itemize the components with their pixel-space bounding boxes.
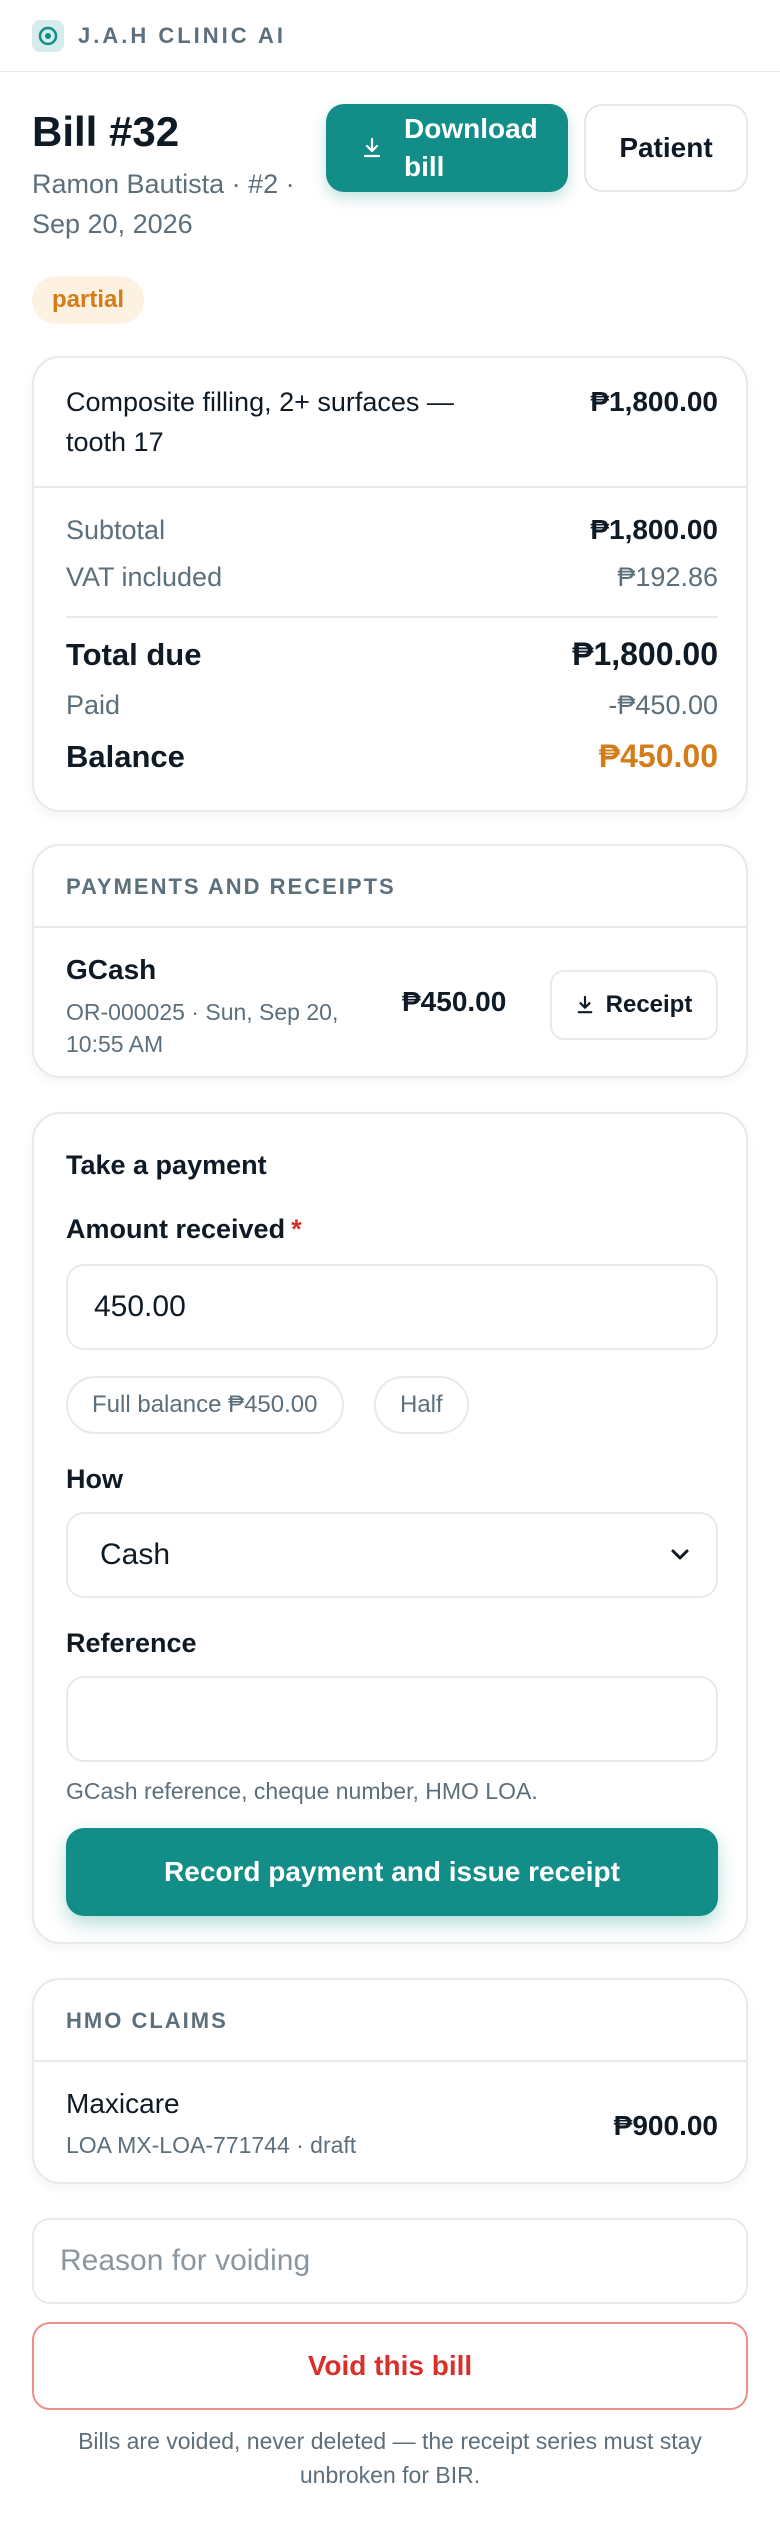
take-payment-heading: Take a payment xyxy=(66,1150,267,1180)
amount-quick-chips: Full balance ₱450.00 Half xyxy=(66,1376,718,1434)
subtotal-label: Subtotal xyxy=(66,514,166,545)
amount-received-label: Amount received * xyxy=(66,1214,302,1245)
how-label: How xyxy=(66,1464,123,1494)
line-item: Composite filling, 2+ surfaces — tooth 1… xyxy=(66,382,718,462)
void-note: Bills are voided, never deleted — the re… xyxy=(78,2428,702,2488)
payment-method-select[interactable]: Cash xyxy=(66,1512,718,1598)
vat-label: VAT included xyxy=(66,562,223,592)
total-due-value: ₱1,800.00 xyxy=(572,636,718,672)
receipt-button-label: Receipt xyxy=(605,991,693,1018)
bill-subtitle: Ramon Bautista · #2 · Sep 20, 2026 xyxy=(32,169,295,239)
balance-value: ₱450.00 xyxy=(598,738,718,774)
hmo-claim-row: Maxicare LOA MX-LOA-771744 · draft ₱900.… xyxy=(66,2088,718,2168)
balance-label: Balance xyxy=(66,738,185,774)
line-item-amount: ₱1,800.00 xyxy=(590,386,718,417)
hmo-divider xyxy=(34,2060,746,2062)
page-title: Bill #32 xyxy=(32,108,180,155)
payment-row: GCash OR-000025 · Sun, Sep 20, 10:55 AM … xyxy=(66,954,718,1057)
items-divider xyxy=(34,486,746,488)
hmo-provider: Maxicare xyxy=(66,2088,180,2119)
hmo-claim-amount: ₱900.00 xyxy=(613,2110,718,2141)
amount-received-value: 450.00 xyxy=(94,1290,186,1323)
hmo-claim-meta: LOA MX-LOA-771744 · draft xyxy=(66,2132,357,2158)
record-payment-button[interactable]: Record payment and issue receipt xyxy=(66,1828,718,1916)
top-bar: J.A.H CLINIC AI xyxy=(0,0,780,72)
payment-amount: ₱450.00 xyxy=(402,986,507,1017)
status-badge: partial xyxy=(32,276,145,324)
subtotal-value: ₱1,800.00 xyxy=(590,514,718,545)
vat-value: ₱192.86 xyxy=(617,562,718,592)
clinic-logo-icon xyxy=(32,19,64,52)
payment-method: GCash xyxy=(66,954,157,985)
total-due-label: Total due xyxy=(66,636,202,672)
required-mark: * xyxy=(291,1214,302,1244)
download-bill-button[interactable]: Download bill xyxy=(326,104,568,192)
chevron-down-icon xyxy=(671,1549,689,1560)
amount-received-input[interactable]: 450.00 xyxy=(66,1264,718,1350)
payment-meta: OR-000025 · Sun, Sep 20, 10:55 AM xyxy=(66,999,339,1057)
hmo-claims-heading: HMO CLAIMS xyxy=(66,2008,228,2033)
totals-divider xyxy=(66,616,718,618)
bill-header: Bill #32 Ramon Bautista · #2 · Sep 20, 2… xyxy=(0,72,780,352)
reference-label: Reference xyxy=(66,1628,197,1658)
payment-method-value: Cash xyxy=(100,1538,171,1571)
paid-label: Paid xyxy=(66,690,121,720)
brand-name: J.A.H CLINIC AI xyxy=(78,22,286,48)
amount-received-text: Amount received xyxy=(66,1214,286,1244)
receipt-button[interactable]: Receipt xyxy=(550,970,718,1040)
download-bill-label: Download bill xyxy=(404,113,538,182)
payments-divider xyxy=(34,926,746,928)
paid-row: Paid -₱450.00 xyxy=(66,690,718,721)
half-chip[interactable]: Half xyxy=(374,1376,469,1434)
payments-card: PAYMENTS AND RECEIPTS GCash OR-000025 · … xyxy=(32,844,748,1078)
patient-button[interactable]: Patient xyxy=(584,104,748,192)
subtotal-row: Subtotal ₱1,800.00 xyxy=(66,514,718,546)
download-icon xyxy=(577,995,593,1014)
hmo-claims-card: HMO CLAIMS Maxicare LOA MX-LOA-771744 · … xyxy=(32,1978,748,2184)
download-icon xyxy=(363,137,381,158)
full-balance-chip[interactable]: Full balance ₱450.00 xyxy=(66,1376,344,1434)
vat-row: VAT included ₱192.86 xyxy=(66,562,718,593)
reference-input[interactable] xyxy=(66,1676,718,1762)
reference-hint: GCash reference, cheque number, HMO LOA. xyxy=(66,1778,538,1804)
balance-row: Balance ₱450.00 xyxy=(66,738,718,775)
bill-summary-card: Composite filling, 2+ surfaces — tooth 1… xyxy=(32,356,748,812)
paid-value: -₱450.00 xyxy=(608,690,718,720)
payments-heading: PAYMENTS AND RECEIPTS xyxy=(66,874,396,899)
void-bill-button[interactable]: Void this bill xyxy=(32,2322,748,2410)
line-item-description: Composite filling, 2+ surfaces — tooth 1… xyxy=(66,387,454,457)
void-reason-input[interactable] xyxy=(32,2218,748,2304)
total-due-row: Total due ₱1,800.00 xyxy=(66,636,718,673)
take-payment-card: Take a payment Amount received * 450.00 F… xyxy=(32,1112,748,1944)
